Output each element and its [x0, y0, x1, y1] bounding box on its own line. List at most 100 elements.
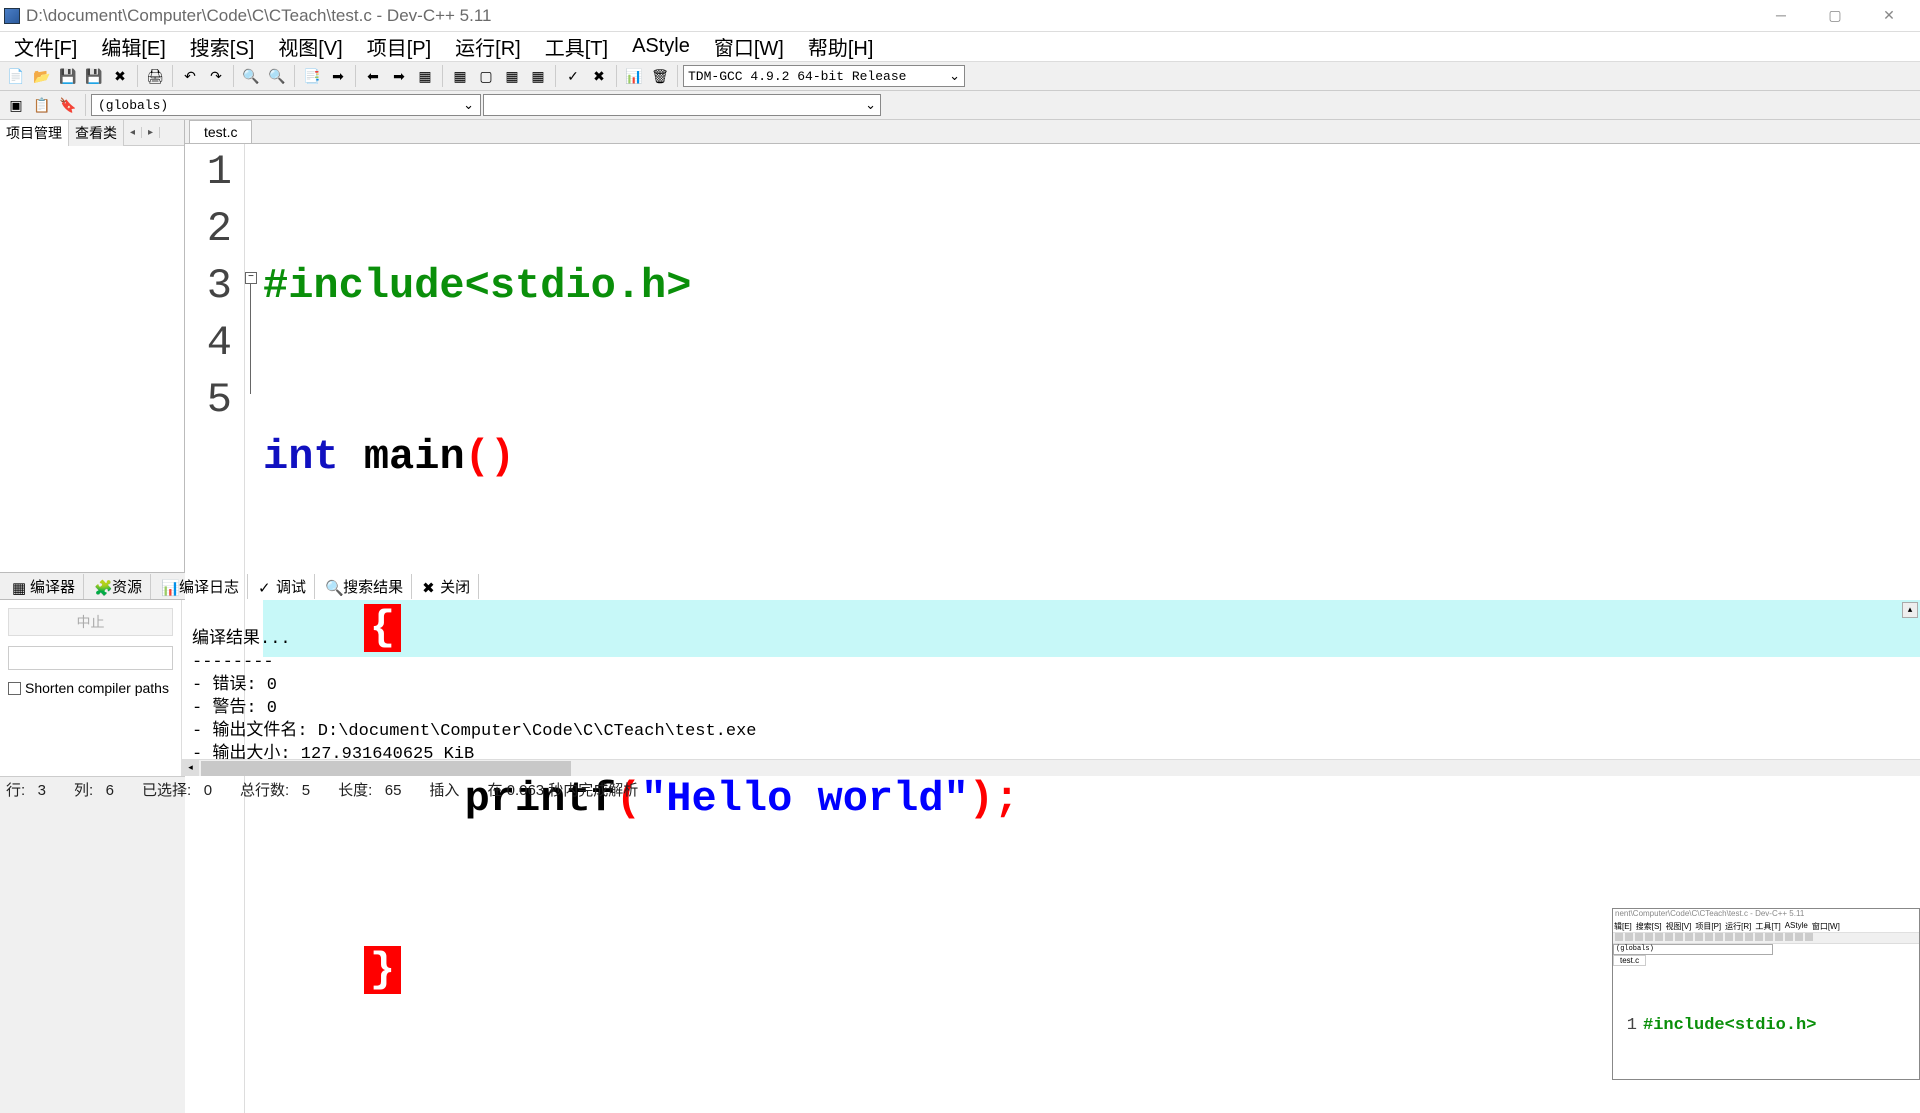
- tab-search-results[interactable]: 🔍搜索结果: [317, 574, 412, 599]
- function-select[interactable]: ⌄: [483, 94, 881, 116]
- stop-button[interactable]: 中止: [8, 608, 173, 636]
- compile-run-icon[interactable]: ▦: [500, 64, 524, 88]
- log-outfile: - 输出文件名: D:\document\Computer\Code\C\CTe…: [192, 722, 756, 741]
- menu-window[interactable]: 窗口[W]: [702, 28, 796, 65]
- line-number: 2: [185, 201, 232, 258]
- close-file-icon[interactable]: ✖: [108, 64, 132, 88]
- find-icon[interactable]: 🔍: [239, 64, 263, 88]
- menu-tools[interactable]: 工具[T]: [533, 28, 620, 65]
- side-tabs: 项目管理 查看类 ◂ ▸: [0, 120, 184, 146]
- checkbox-icon: [8, 682, 21, 695]
- delete-profile-icon[interactable]: 🗑: [648, 64, 672, 88]
- output-controls: 中止 Shorten compiler paths: [0, 600, 182, 776]
- app-icon: [4, 8, 20, 24]
- print-icon[interactable]: 🖨: [143, 64, 167, 88]
- keyword-int: int: [263, 433, 339, 481]
- compile-icon[interactable]: ▦: [448, 64, 472, 88]
- stop-icon[interactable]: ✖: [587, 64, 611, 88]
- toolbar-main: 📄 📂 💾 💾 ✖ 🖨 ↶ ↷ 🔍 🔍 📑 ➡ ⬅ ➡ ▦ ▦ ▢ ▦ ▦ ✓ …: [0, 62, 1920, 91]
- scroll-left-icon[interactable]: ◂: [182, 760, 199, 777]
- log-icon: 📊: [161, 579, 175, 593]
- menu-help[interactable]: 帮助[H]: [796, 28, 886, 65]
- menu-astyle[interactable]: AStyle: [620, 31, 702, 62]
- menu-edit[interactable]: 编辑[E]: [89, 28, 177, 65]
- output-panel: 中止 Shorten compiler paths 编译结果... ------…: [0, 600, 1920, 776]
- thumb-file-tabs: test.c: [1613, 955, 1919, 966]
- insert-icon[interactable]: 📋: [30, 93, 54, 117]
- maximize-button[interactable]: ▢: [1820, 7, 1850, 24]
- debug-icon[interactable]: ✓: [561, 64, 585, 88]
- scroll-thumb[interactable]: [201, 761, 571, 776]
- profile-icon[interactable]: 📊: [622, 64, 646, 88]
- status-length: 长度: 65: [338, 779, 401, 800]
- preprocessor: #include<stdio.h>: [263, 262, 691, 310]
- tab-class-view[interactable]: 查看类: [69, 120, 124, 146]
- log-dashes: --------: [192, 653, 274, 672]
- horizontal-scrollbar[interactable]: ◂: [182, 759, 1920, 776]
- paren: ): [969, 775, 994, 823]
- semicolon: ;: [994, 775, 1019, 823]
- separator: [85, 94, 86, 116]
- undo-icon[interactable]: ↶: [178, 64, 202, 88]
- new-project-icon[interactable]: ▣: [4, 93, 28, 117]
- close-icon: ✖: [422, 579, 436, 593]
- thumb-globals-row: (globals): [1613, 944, 1919, 955]
- new-file-icon[interactable]: 📄: [4, 64, 28, 88]
- tab-close[interactable]: ✖关闭: [414, 574, 479, 599]
- tab-resource[interactable]: 🧩资源: [86, 574, 151, 599]
- window-title: D:\document\Computer\Code\C\CTeach\test.…: [26, 6, 1766, 26]
- project-tree[interactable]: [0, 146, 184, 572]
- string-literal: "Hello world": [641, 775, 969, 823]
- menu-project[interactable]: 项目[P]: [355, 28, 443, 65]
- separator: [616, 65, 617, 87]
- compiler-select[interactable]: TDM-GCC 4.9.2 64-bit Release ⌄: [683, 65, 965, 87]
- log-warnings: - 警告: 0: [192, 699, 277, 718]
- output-filter-input[interactable]: [8, 646, 173, 670]
- separator: [233, 65, 234, 87]
- goto-icon[interactable]: ➡: [326, 64, 350, 88]
- save-all-icon[interactable]: 💾: [82, 64, 106, 88]
- shorten-paths-checkbox[interactable]: Shorten compiler paths: [8, 680, 173, 696]
- open-file-icon[interactable]: 📂: [30, 64, 54, 88]
- menu-search[interactable]: 搜索[S]: [178, 28, 266, 65]
- file-tabs: test.c: [185, 120, 1920, 144]
- tab-compiler[interactable]: ▦编译器: [4, 574, 84, 599]
- menu-view[interactable]: 视图[V]: [266, 28, 354, 65]
- compiler-select-text: TDM-GCC 4.9.2 64-bit Release: [688, 69, 906, 84]
- file-tab-testc[interactable]: test.c: [189, 120, 252, 143]
- compile-log[interactable]: 编译结果... -------- - 错误: 0 - 警告: 0 - 输出文件名…: [182, 600, 1920, 776]
- paren: (): [465, 433, 515, 481]
- rebuild-icon[interactable]: ▦: [526, 64, 550, 88]
- tab-compile-log[interactable]: 📊编译日志: [153, 574, 248, 599]
- comment-icon[interactable]: ▦: [413, 64, 437, 88]
- line-number: 4: [185, 315, 232, 372]
- separator: [677, 65, 678, 87]
- toggle-bookmark-icon[interactable]: 🔖: [56, 93, 80, 117]
- menu-bar: 文件[F] 编辑[E] 搜索[S] 视图[V] 项目[P] 运行[R] 工具[T…: [0, 32, 1920, 62]
- scroll-up-icon[interactable]: ▴: [1902, 602, 1918, 618]
- redo-icon[interactable]: ↷: [204, 64, 228, 88]
- tab-project-manage[interactable]: 项目管理: [0, 120, 69, 146]
- indent-right-icon[interactable]: ➡: [387, 64, 411, 88]
- globals-select[interactable]: (globals) ⌄: [91, 94, 481, 116]
- tab-scroll-left-icon[interactable]: ◂: [124, 127, 142, 138]
- line-number: 5: [185, 372, 232, 429]
- status-sel: 已选择: 0: [142, 779, 212, 800]
- menu-run[interactable]: 运行[R]: [443, 28, 533, 65]
- resource-icon: 🧩: [94, 579, 108, 593]
- indent-left-icon[interactable]: ⬅: [361, 64, 385, 88]
- chevron-down-icon: ⌄: [949, 69, 960, 84]
- minimize-button[interactable]: ─: [1766, 7, 1796, 24]
- status-col: 列: 6: [74, 779, 114, 800]
- save-icon[interactable]: 💾: [56, 64, 80, 88]
- bookmark-icon[interactable]: 📑: [300, 64, 324, 88]
- run-icon[interactable]: ▢: [474, 64, 498, 88]
- main-area: 项目管理 查看类 ◂ ▸ test.c 1 2 3 4 5 − #include…: [0, 120, 1920, 572]
- shorten-paths-label: Shorten compiler paths: [25, 680, 169, 696]
- fold-toggle-icon[interactable]: −: [245, 272, 257, 284]
- menu-file[interactable]: 文件[F]: [2, 28, 89, 65]
- tab-scroll-right-icon[interactable]: ▸: [142, 127, 160, 138]
- log-header: 编译结果...: [192, 630, 291, 649]
- replace-icon[interactable]: 🔍: [265, 64, 289, 88]
- close-button[interactable]: ✕: [1874, 7, 1904, 24]
